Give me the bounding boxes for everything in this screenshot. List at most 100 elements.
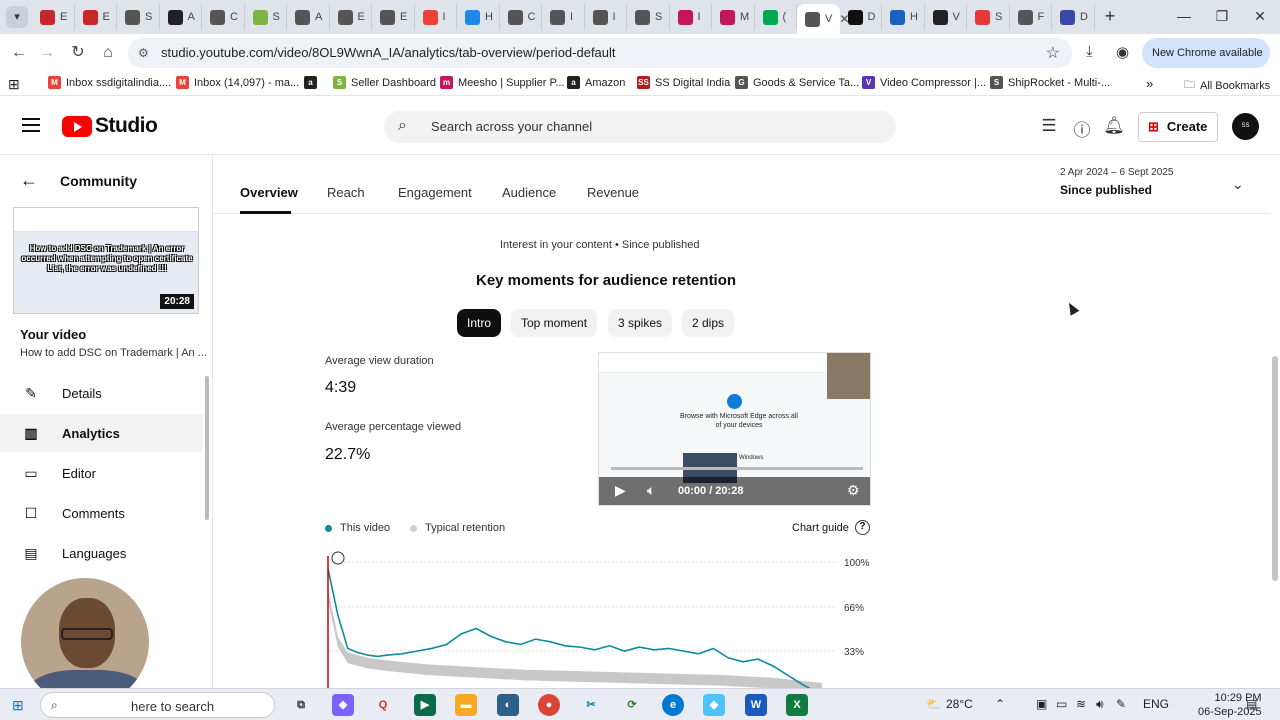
tab-search-dropdown-icon[interactable]: ▾ — [6, 6, 28, 28]
studio-logo[interactable]: Studio — [62, 114, 158, 138]
speaker-icon[interactable]: 🔊︎ — [1096, 697, 1104, 712]
browser-tab[interactable]: F — [1010, 4, 1052, 30]
browser-tab[interactable]: I — [415, 4, 457, 30]
browser-tab[interactable]: E — [372, 4, 415, 30]
bookmark-item[interactable]: S ShipRocket - Multi-... — [990, 76, 1110, 89]
help-icon[interactable]: ⓘ — [1071, 116, 1093, 141]
download-icon[interactable]: ⤓ — [1086, 43, 1093, 60]
taskbar-search[interactable]: ⌕ here to search — [40, 692, 275, 718]
back-to-community[interactable]: ← Community — [20, 170, 137, 191]
input-language[interactable]: ENG — [1143, 697, 1169, 711]
browser-tab[interactable]: C — [202, 4, 245, 30]
close-window-icon[interactable]: ✕ — [1250, 8, 1270, 25]
tray-app-icon[interactable]: ▣ — [1036, 697, 1047, 711]
edge-icon[interactable]: e — [662, 694, 684, 716]
player-progress-bar[interactable] — [611, 467, 863, 470]
url-text[interactable]: studio.youtube.com/video/8OL9WwnA_IA/ana… — [161, 45, 616, 60]
pen-icon[interactable]: ✎ — [1116, 697, 1126, 711]
chip-dips[interactable]: 2 dips — [682, 309, 735, 337]
file-explorer-icon[interactable]: ▬ — [455, 694, 477, 716]
bookmark-item[interactable]: S Seller Dashboard — [333, 76, 436, 89]
tray-chevron-icon[interactable]: ⌃ — [995, 697, 1005, 711]
bookmark-item[interactable]: m Meesho | Supplier P... — [440, 76, 565, 89]
bookmark-item[interactable]: SS SS Digital India — [637, 76, 730, 89]
tab-revenue[interactable]: Revenue — [587, 185, 639, 200]
app-snip-icon[interactable]: ✂ — [580, 694, 602, 716]
more-bookmarks-icon[interactable]: » — [1146, 76, 1153, 91]
site-info-icon[interactable]: ⚙ — [138, 46, 152, 60]
browser-tab[interactable]: C — [500, 4, 542, 30]
excel-icon[interactable]: X — [786, 694, 808, 716]
sidebar-scrollbar[interactable] — [205, 376, 209, 520]
channel-search[interactable]: ⌕ Search across your channel — [384, 111, 896, 143]
chip-intro[interactable]: Intro — [457, 309, 502, 337]
browser-tab[interactable]: V ✕ — [797, 4, 849, 34]
maximize-icon[interactable]: ❐ — [1212, 8, 1232, 25]
chip-spikes[interactable]: 3 spikes — [608, 309, 673, 337]
back-icon[interactable]: ← — [8, 42, 30, 64]
sidebar-item-comments[interactable]: ☐ Comments — [0, 494, 203, 532]
browser-tab[interactable]: I — [542, 4, 585, 30]
date-period-label[interactable]: Since published — [1060, 183, 1152, 197]
chrome-icon[interactable]: ● — [538, 694, 560, 716]
profile-icon[interactable]: ◉ — [1116, 43, 1129, 61]
address-bar[interactable]: ⚙ studio.youtube.com/video/8OL9WwnA_IA/a… — [128, 38, 1072, 68]
sidebar-item-details[interactable]: ✎ Details — [0, 374, 203, 412]
app-blue-icon[interactable]: ◆ — [703, 694, 725, 716]
wifi-icon[interactable]: ≋ — [1076, 697, 1086, 711]
app-sync-icon[interactable]: ⟳ — [621, 694, 643, 716]
browser-tab[interactable]: E — [32, 4, 75, 30]
browser-tab[interactable]: S — [627, 4, 670, 30]
add-caption-icon[interactable]: ☰ — [1038, 116, 1060, 136]
play-icon[interactable]: ▶ — [615, 482, 626, 499]
app-teams-icon[interactable]: ◐ — [497, 694, 519, 716]
browser-tab[interactable]: A — [160, 4, 202, 30]
menu-icon[interactable] — [22, 118, 40, 132]
tab-engagement[interactable]: Engagement — [398, 185, 472, 200]
tab-reach[interactable]: Reach — [327, 185, 365, 200]
chip-top-moment[interactable]: Top moment — [511, 309, 598, 337]
bookmark-item[interactable]: a — [304, 76, 322, 89]
chart-guide-button[interactable]: Chart guide ? — [792, 520, 870, 535]
volume-icon[interactable]: 🔈︎ — [647, 482, 655, 499]
browser-tab[interactable]: E — [75, 4, 117, 30]
browser-tab[interactable]: E — [330, 4, 372, 30]
bookmark-item[interactable]: V Video Compressor |... — [862, 76, 986, 89]
browser-tab[interactable]: V — [925, 4, 967, 30]
copilot-icon[interactable]: ◈ — [332, 694, 354, 716]
task-view-icon[interactable]: ⧉ — [290, 694, 312, 716]
sidebar-item-editor[interactable]: ▭ Editor — [0, 454, 203, 492]
avatar[interactable]: SS — [1232, 113, 1259, 140]
browser-tab[interactable]: D — [1052, 4, 1095, 30]
app-sheet-icon[interactable]: ▶ — [414, 694, 436, 716]
main-scrollbar[interactable] — [1272, 356, 1278, 581]
bookmark-item[interactable]: M Inbox ssdigitalindia.... — [48, 76, 171, 89]
new-tab-icon[interactable]: + — [1100, 6, 1120, 26]
bookmark-item[interactable]: G Goods & Service Ta... — [735, 76, 859, 89]
browser-tab[interactable]: ( — [755, 4, 797, 30]
tray-battery-icon[interactable]: ▭ — [1056, 697, 1067, 711]
apps-grid-icon[interactable]: ⊞ — [8, 76, 20, 93]
video-player[interactable]: Browse with Microsoft Edge across all of… — [598, 352, 871, 506]
tab-overview[interactable]: Overview — [240, 185, 298, 200]
browser-tab[interactable]: H — [882, 4, 925, 30]
windows-start-icon[interactable]: ⊞ — [12, 697, 24, 714]
video-thumbnail[interactable]: How to add DSC on Trademark | An error o… — [13, 207, 199, 314]
weather-icon[interactable]: ⛅ — [926, 697, 941, 711]
reload-icon[interactable]: ↻ — [67, 42, 89, 64]
notification-center-icon[interactable]: ▤ — [1246, 697, 1257, 711]
browser-tab[interactable]: S — [117, 4, 160, 30]
weather-temp[interactable]: 28°C — [946, 697, 973, 711]
sidebar-item-analytics[interactable]: ▥ Analytics — [0, 414, 203, 452]
browser-tab[interactable]: S — [967, 4, 1010, 30]
bookmark-item[interactable]: a Amazon — [567, 76, 625, 89]
forward-icon[interactable]: → — [36, 42, 58, 64]
browser-tab[interactable]: D — [840, 4, 882, 30]
sidebar-item-languages[interactable]: ▤ Languages — [0, 534, 203, 572]
browser-tab[interactable]: H — [457, 4, 500, 30]
chevron-down-icon[interactable]: ⌄ — [1232, 176, 1244, 193]
bookmark-item[interactable]: M Inbox (14,097) - ma... — [176, 76, 299, 89]
new-chrome-available-button[interactable]: New Chrome available ⋮ — [1142, 38, 1270, 89]
browser-tab[interactable]: I — [585, 4, 627, 30]
date-range[interactable]: 2 Apr 2024 – 6 Sept 2025 — [1060, 167, 1173, 178]
